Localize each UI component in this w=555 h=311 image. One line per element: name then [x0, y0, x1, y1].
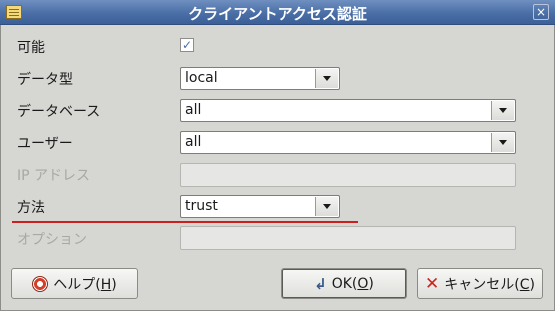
window-title: クライアントアクセス認証	[188, 5, 367, 23]
ok-button-label: OK(O)	[331, 275, 374, 292]
user-value: all	[185, 134, 202, 150]
database-select[interactable]: all	[180, 99, 516, 122]
user-label: ユーザー	[17, 136, 73, 152]
highlight-underline	[12, 221, 358, 223]
ip-address-field	[180, 163, 516, 187]
chevron-down-icon[interactable]	[491, 133, 514, 152]
method-value: trust	[185, 198, 218, 214]
database-label: データベース	[17, 104, 101, 120]
type-label: データ型	[17, 72, 73, 88]
chevron-down-icon[interactable]	[315, 69, 338, 88]
option-field	[180, 226, 516, 250]
type-select[interactable]: local	[180, 67, 340, 90]
user-select[interactable]: all	[180, 131, 516, 154]
title-bar: クライアントアクセス認証 ×	[0, 0, 555, 25]
ok-button[interactable]: ↲ OK(O)	[281, 268, 407, 299]
database-value: all	[185, 102, 202, 118]
method-select[interactable]: trust	[180, 195, 340, 218]
ok-arrow-icon: ↲	[314, 274, 327, 293]
method-label: 方法	[17, 200, 45, 216]
enabled-checkbox[interactable]: ✓	[180, 38, 194, 52]
cancel-icon: ✕	[425, 273, 440, 294]
help-button[interactable]: ヘルプ(H)	[11, 268, 138, 299]
ip-address-label: IP アドレス	[17, 168, 91, 184]
close-button[interactable]: ×	[533, 4, 549, 20]
chevron-down-icon[interactable]	[315, 197, 338, 216]
enabled-label: 可能	[17, 40, 45, 56]
cancel-button-label: キャンセル(C)	[444, 276, 535, 293]
chevron-down-icon[interactable]	[491, 101, 514, 120]
option-label: オプション	[17, 232, 87, 248]
help-button-label: ヘルプ(H)	[53, 276, 117, 293]
type-value: local	[185, 70, 218, 86]
help-icon	[32, 275, 49, 292]
cancel-button[interactable]: ✕ キャンセル(C)	[417, 268, 543, 299]
